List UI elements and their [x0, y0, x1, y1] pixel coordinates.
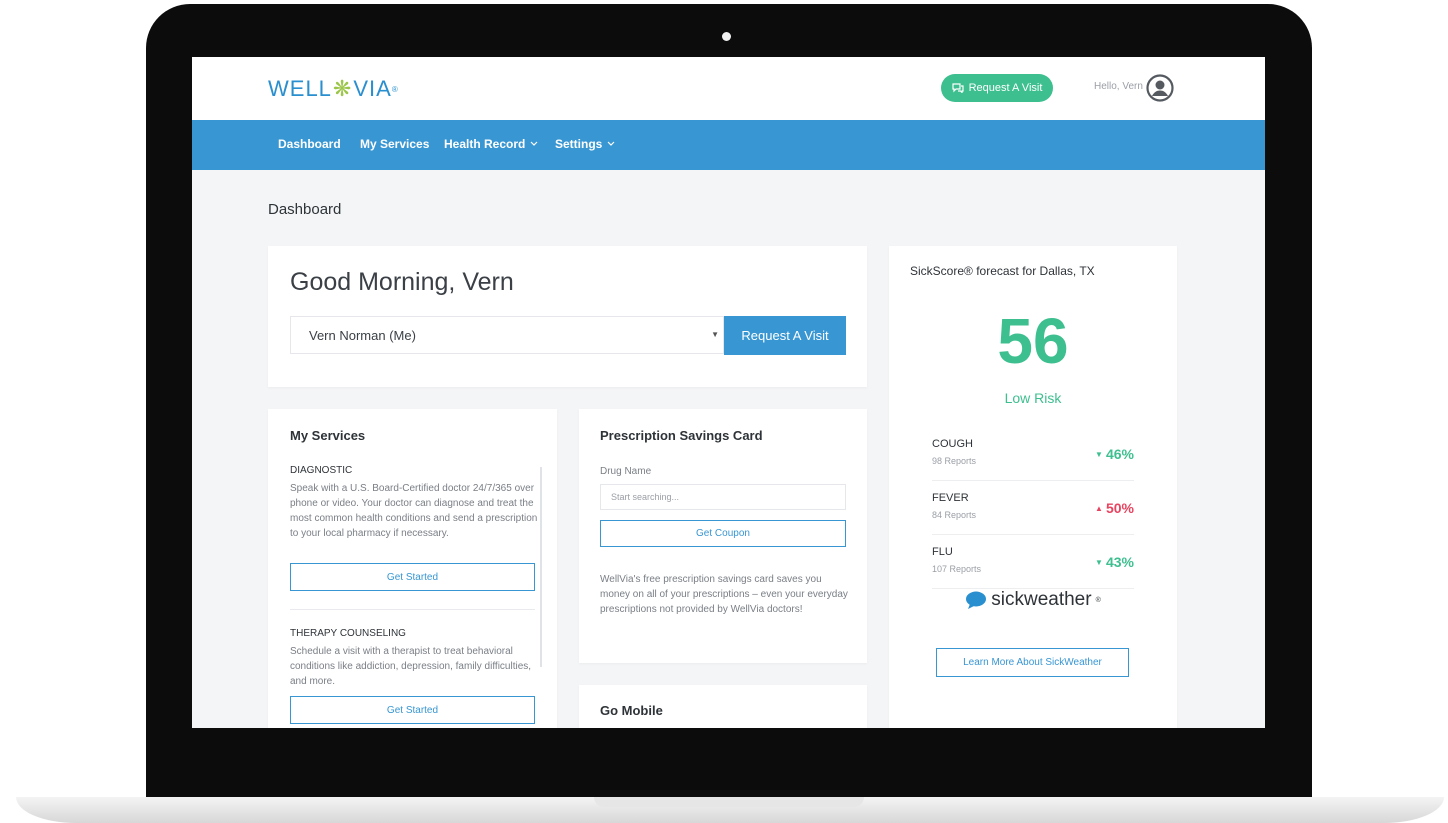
nav-settings[interactable]: Settings [555, 137, 615, 151]
top-bar: WELL ❋ VIA ® Request A Visit Hello, Vern [192, 57, 1265, 120]
nav-my-services-label: My Services [360, 137, 430, 151]
sickscore-card: SickScore® forecast for Dallas, TX 56 Lo… [889, 246, 1177, 728]
service-divider [290, 609, 535, 610]
sickweather-logo: sickweather ® [889, 589, 1177, 611]
triangle-down-icon: ▼ [1095, 449, 1103, 459]
member-select[interactable]: Vern Norman (Me) ▼ [290, 316, 724, 354]
symptom-name: FEVER [932, 492, 969, 504]
symptom-change-value: 46% [1105, 446, 1134, 462]
nav-health-record[interactable]: Health Record [444, 137, 538, 151]
service-heading: THERAPY COUNSELING [290, 628, 406, 639]
welcome-card: Good Morning, Vern Vern Norman (Me) ▼ Re… [268, 246, 867, 387]
camera-dot [722, 32, 731, 41]
prescription-title: Prescription Savings Card [600, 428, 763, 443]
learn-more-sickweather-button[interactable]: Learn More About SickWeather [936, 648, 1129, 677]
symptom-change: ▼ 46% [1095, 446, 1134, 462]
request-visit-header-label: Request A Visit [968, 82, 1043, 94]
nav-health-record-label: Health Record [444, 137, 526, 151]
logo-registered-mark: ® [391, 84, 399, 94]
symptom-change: ▼ 43% [1095, 554, 1134, 570]
greeting-heading: Good Morning, Vern [290, 268, 514, 296]
symptom-divider [932, 534, 1134, 535]
service-heading: DIAGNOSTIC [290, 465, 353, 476]
symptom-change: ▲ 50% [1095, 500, 1134, 516]
page-title: Dashboard [268, 201, 342, 218]
nav-my-services[interactable]: My Services [360, 137, 429, 151]
drug-search-input[interactable] [600, 484, 846, 510]
symptom-reports: 107 Reports [932, 564, 982, 574]
request-visit-header-button[interactable]: Request A Visit [941, 74, 1053, 102]
triangle-down-icon: ▼ [1095, 557, 1103, 567]
select-caret-icon: ▼ [711, 330, 719, 339]
chevron-down-icon [530, 141, 538, 146]
main-nav: Dashboard My Services Health Record Sett… [192, 120, 1265, 170]
logo-text-left: WELL [268, 76, 332, 101]
leaf-icon: ❋ [332, 76, 353, 101]
drug-name-label: Drug Name [600, 466, 652, 477]
logo-text-right: VIA [353, 76, 392, 101]
laptop-notch [594, 797, 864, 807]
service-description: Schedule a visit with a therapist to tre… [290, 646, 532, 687]
nav-dashboard[interactable]: Dashboard [278, 137, 341, 151]
my-services-card: My Services DIAGNOSTIC Speak with a U.S.… [268, 409, 557, 728]
nav-dashboard-label: Dashboard [278, 137, 341, 151]
symptom-reports: 98 Reports [932, 456, 977, 466]
symptom-change-value: 43% [1105, 554, 1134, 570]
risk-level: Low Risk [1004, 390, 1062, 406]
user-greeting: Hello, Vern [1094, 81, 1143, 92]
therapy-get-started-button[interactable]: Get Started [290, 696, 535, 724]
go-mobile-title: Go Mobile [600, 703, 663, 718]
sickweather-brand: sickweather [991, 589, 1092, 610]
app-screen: WELL ❋ VIA ® Request A Visit Hello, Vern… [192, 57, 1265, 728]
user-avatar-icon[interactable] [1146, 74, 1174, 102]
prescription-description: WellVia's free prescription savings card… [600, 574, 848, 615]
service-description: Speak with a U.S. Board-Certified doctor… [290, 483, 538, 539]
get-coupon-button[interactable]: Get Coupon [600, 520, 846, 547]
chat-bubbles-icon [951, 83, 964, 93]
symptom-divider [932, 480, 1134, 481]
wellvia-logo[interactable]: WELL ❋ VIA ® [268, 76, 399, 102]
symptom-reports: 84 Reports [932, 510, 977, 520]
symptom-name: COUGH [932, 438, 973, 450]
my-services-title: My Services [290, 428, 366, 443]
go-mobile-card: Go Mobile [579, 685, 867, 728]
symptom-change-value: 50% [1105, 500, 1134, 516]
sickscore-title: SickScore® forecast for Dallas, TX [910, 264, 1095, 278]
services-scrollbar[interactable] [540, 467, 542, 667]
diagnostic-get-started-button[interactable]: Get Started [290, 563, 535, 591]
request-visit-button[interactable]: Request A Visit [724, 316, 846, 355]
sickweather-registered-mark: ® [1095, 596, 1101, 604]
chevron-down-icon [607, 141, 615, 146]
nav-settings-label: Settings [555, 137, 603, 151]
prescription-card: Prescription Savings Card Drug Name Get … [579, 409, 867, 663]
triangle-up-icon: ▲ [1095, 503, 1103, 513]
symptom-name: FLU [932, 546, 953, 558]
member-select-value: Vern Norman (Me) [309, 327, 416, 343]
speech-bubble-icon [966, 591, 987, 609]
sickscore-value: 56 [997, 305, 1069, 377]
